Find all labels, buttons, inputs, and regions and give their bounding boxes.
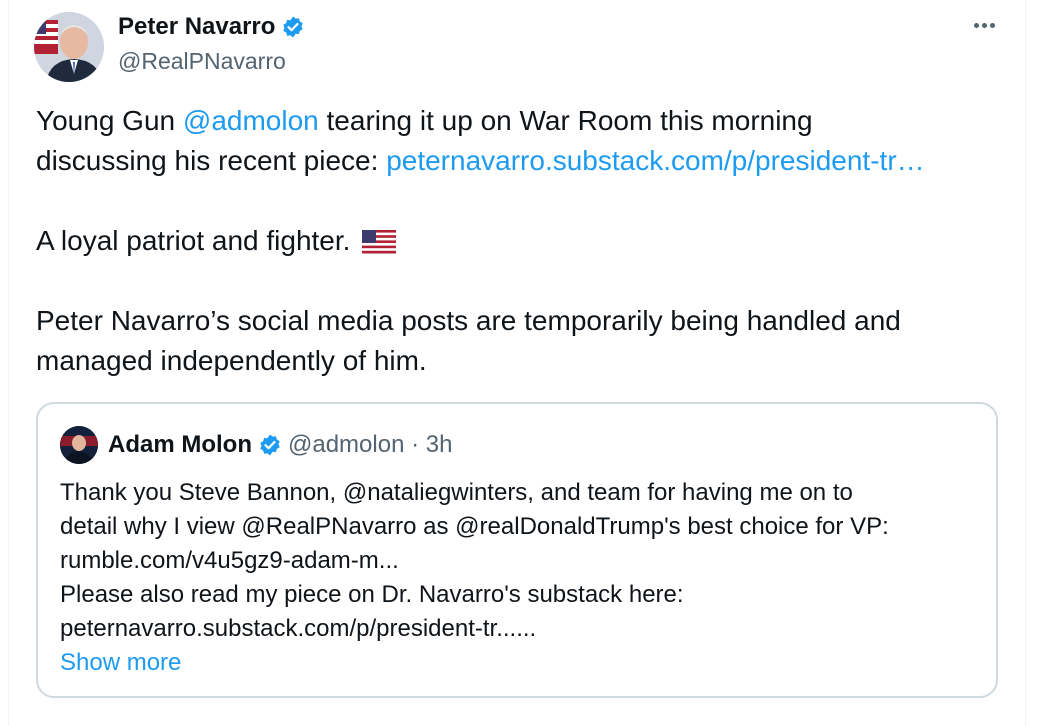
mention-link[interactable]: @admolon — [183, 105, 319, 136]
quoted-author-name[interactable]: Adam Molon — [108, 429, 252, 461]
body-text-segment: Young Gun — [36, 105, 183, 136]
author-name[interactable]: Peter Navarro — [118, 12, 275, 42]
quoted-line: rumble.com/v4u5gz9-adam-m... — [60, 547, 399, 574]
quoted-header: Adam Molon @admolon · 3h — [108, 429, 452, 461]
body-text-segment: A loyal patriot and fighter. — [36, 225, 351, 256]
show-more-link[interactable]: Show more — [60, 646, 980, 680]
us-flag-emoji — [362, 230, 397, 254]
body-text-segment: Peter Navarro’s social media posts are t… — [36, 305, 901, 336]
more-options-icon[interactable] — [966, 10, 1002, 40]
author-handle[interactable]: @RealPNavarro — [118, 46, 286, 76]
author-name-row[interactable]: Peter Navarro — [118, 12, 305, 42]
quoted-line: Please also read my piece on Dr. Navarro… — [60, 581, 684, 608]
quoted-author-avatar[interactable] — [60, 426, 98, 464]
tweet-body: Young Gun @admolon tearing it up on War … — [36, 101, 1026, 381]
body-text-segment: discussing his recent piece: — [36, 145, 387, 176]
body-text-segment: tearing it up on War Room this morning — [318, 105, 813, 136]
quoted-line: detail why I view @RealPNavarro as @real… — [60, 513, 889, 540]
quoted-line: peternavarro.substack.com/p/president-tr… — [60, 615, 537, 642]
quoted-tweet[interactable]: Adam Molon @admolon · 3h Thank you Steve… — [36, 402, 998, 698]
body-text-segment: managed independently of him. — [36, 345, 427, 376]
verified-badge-icon — [260, 434, 280, 456]
verified-badge-icon — [283, 16, 304, 38]
author-avatar[interactable] — [34, 12, 104, 82]
quoted-text: Thank you Steve Bannon, @nataliegwinters… — [60, 476, 980, 680]
substack-link[interactable]: peternavarro.substack.com/p/president-tr… — [386, 145, 924, 176]
quoted-line: Thank you Steve Bannon, @nataliegwinters… — [60, 479, 853, 506]
quoted-handle-time: @admolon · 3h — [288, 431, 453, 458]
